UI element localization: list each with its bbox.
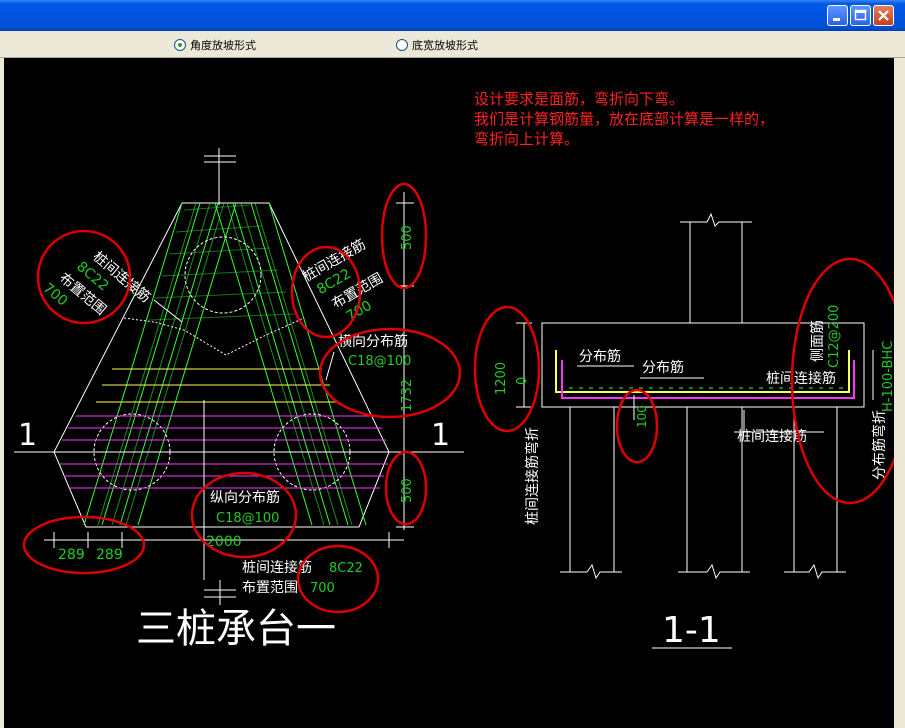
- note-line-1: 设计要求是面筋，弯折向下弯。: [474, 90, 684, 108]
- long-dist-label: 纵向分布筋: [210, 489, 280, 506]
- section-dim-zero: 0: [515, 377, 530, 385]
- section-dist-mid: 分布筋: [642, 359, 684, 376]
- dim-bot: 500: [400, 478, 415, 503]
- section-view: 1200 0 100 分布筋 分布筋 桩间连接筋 桩间连接筋 桩间连接筋弯折 侧…: [494, 212, 894, 651]
- radio-width[interactable]: [396, 39, 408, 51]
- window-right-border: [894, 58, 905, 728]
- section-outline: [541, 212, 865, 580]
- maximize-button[interactable]: [850, 5, 871, 26]
- section-title: 1-1: [662, 610, 721, 651]
- minimize-icon: [833, 18, 840, 21]
- highlight-bottom-conn: [296, 544, 380, 614]
- dim-left-1: 289: [58, 547, 85, 563]
- long-dist-spec: C18@100: [216, 511, 279, 526]
- maximize-icon: [854, 9, 867, 21]
- dim-left-2: 289: [96, 547, 123, 563]
- cad-drawing-canvas: 设计要求是面筋，弯折向下弯。 我们是计算钢筋量，放在底部计算是一样的， 弯折向上…: [14, 90, 894, 652]
- section-dim-height: 1200: [494, 362, 509, 395]
- bottom-range-label: 布置范围: [242, 579, 298, 596]
- section-side-label: 侧面筋: [809, 320, 826, 362]
- note-line-2: 我们是计算钢筋量，放在底部计算是一样的，: [474, 110, 774, 128]
- section-side-spec: C12@200: [827, 305, 842, 368]
- highlight-dim-left: [22, 515, 146, 575]
- section-conn-right: 桩间连接筋: [766, 370, 836, 387]
- bottom-conn-spec: 8C22: [329, 561, 363, 576]
- transverse-bars: [96, 368, 336, 403]
- section-dim-100: 100: [635, 405, 649, 428]
- left-leader: [153, 299, 183, 323]
- trans-dist-label: 横向分布筋: [338, 333, 408, 350]
- angle-slope-label: 角度放坡形式: [190, 39, 256, 52]
- section-dist-left: 分布筋: [579, 348, 621, 365]
- section-mark-right: 1: [431, 418, 450, 453]
- top-axis-marker: [204, 148, 236, 205]
- radio-angle-selected[interactable]: [174, 39, 186, 51]
- bottom-range-value: 700: [310, 581, 335, 596]
- dim-mid: 1732: [400, 379, 415, 412]
- width-slope-option[interactable]: 底宽放坡形式: [396, 37, 478, 53]
- section-side-code: H-100-BHC: [881, 341, 894, 412]
- close-icon: [878, 10, 889, 21]
- trans-leader: [325, 351, 335, 381]
- section-mark-left: 1: [18, 418, 37, 453]
- section-right-vert-label: 分布筋弯折: [871, 410, 888, 480]
- minimize-button[interactable]: [827, 5, 848, 26]
- design-note: 设计要求是面筋，弯折向下弯。 我们是计算钢筋量，放在底部计算是一样的， 弯折向上…: [474, 90, 774, 148]
- left-conn-annotation: 桩间连接筋 8C22 布置范围 700: [40, 248, 154, 318]
- note-line-3: 弯折向上计算。: [474, 130, 579, 148]
- window-titlebar: [0, 0, 905, 31]
- angle-slope-option[interactable]: 角度放坡形式: [174, 37, 256, 53]
- slope-option-bar: 角度放坡形式 底宽放坡形式: [0, 31, 905, 58]
- width-slope-label: 底宽放坡形式: [412, 39, 478, 52]
- plan-title: 三桩承台一: [136, 606, 336, 652]
- trans-dist-spec: C18@100: [348, 354, 411, 369]
- dim-top: 500: [400, 225, 415, 250]
- section-left-vert-label: 桩间连接筋弯折: [524, 427, 541, 525]
- pile-cap-plan: 1 1 500 1732 500 289 289 2000 桩间连接筋 8C22…: [14, 148, 464, 652]
- close-button[interactable]: [873, 5, 894, 26]
